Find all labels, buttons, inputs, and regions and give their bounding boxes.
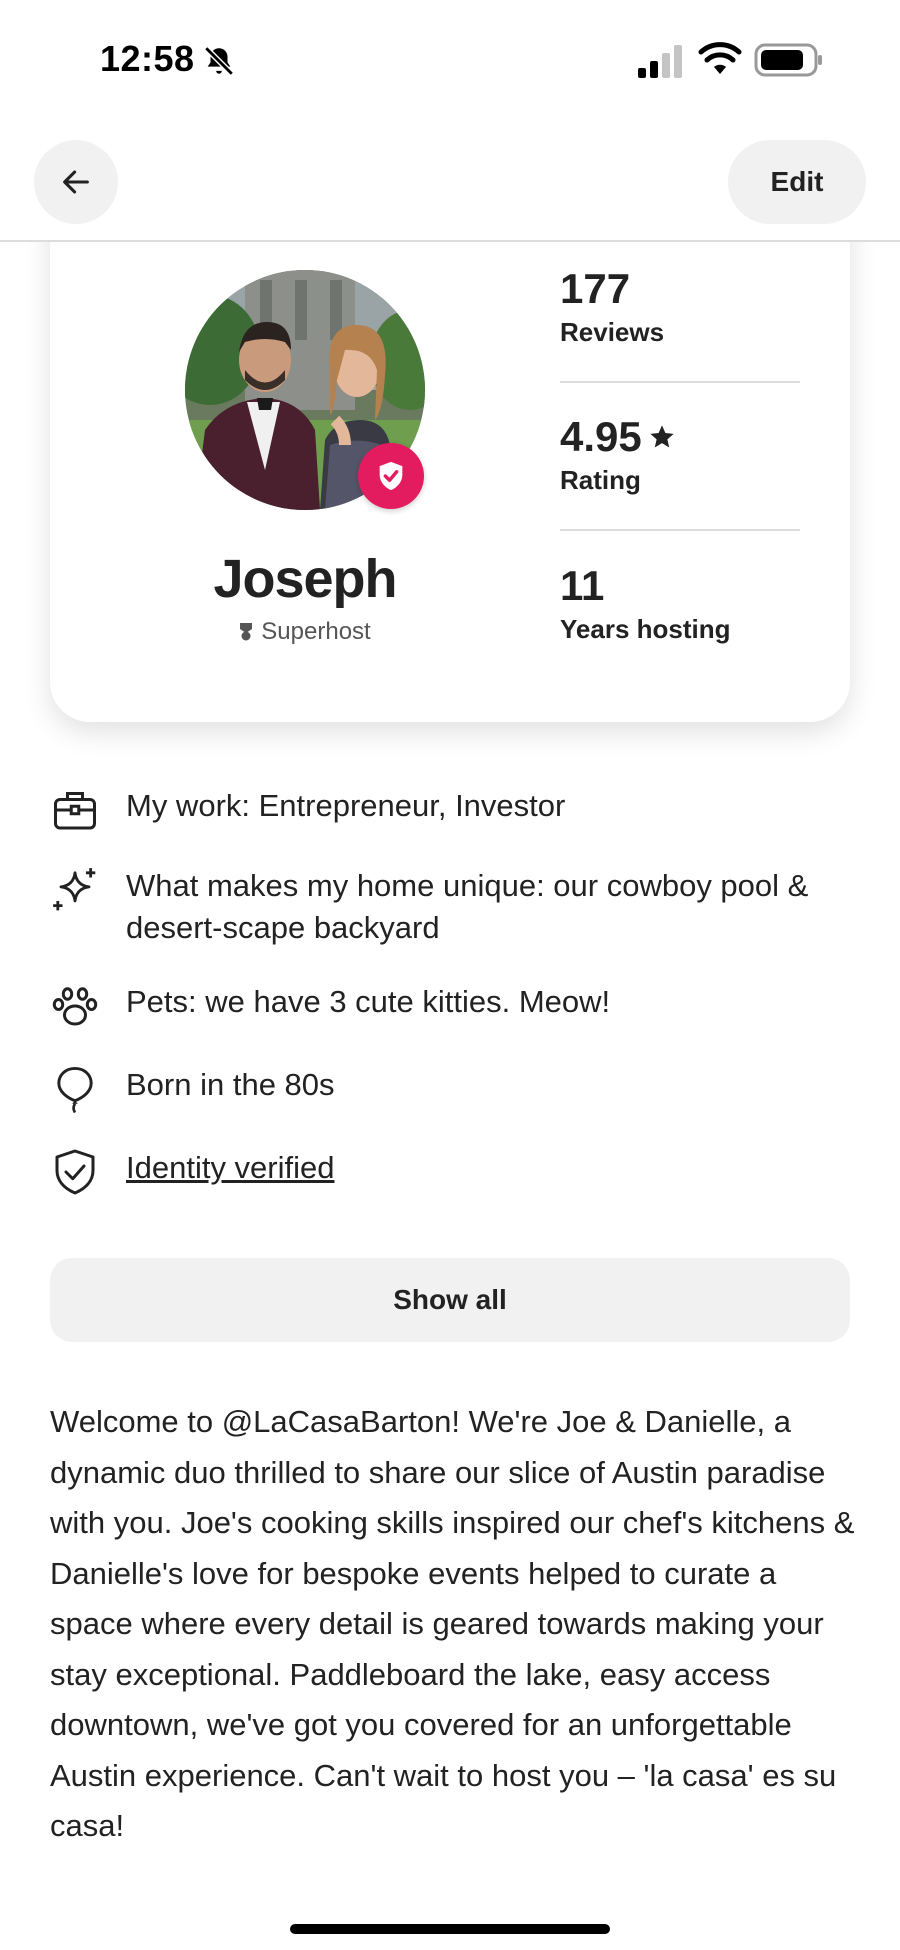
host-name: Joseph <box>213 549 397 609</box>
back-button[interactable] <box>34 140 118 224</box>
divider <box>560 381 800 383</box>
stat-reviews: 177 Reviews <box>560 265 800 348</box>
stat-years: 11 Years hosting <box>560 562 800 645</box>
signal-icon <box>638 45 682 78</box>
briefcase-icon <box>50 785 100 835</box>
info-text: Pets: we have 3 cute kitties. Meow! <box>126 984 611 1019</box>
top-nav: Edit <box>0 120 900 242</box>
stat-rating-value-row: 4.95 <box>560 413 800 461</box>
battery-icon <box>754 43 822 77</box>
profile-card[interactable]: Joseph Superhost 177 Reviews 4.95 Rating… <box>50 190 850 722</box>
info-item-pets: Pets: we have 3 cute kitties. Meow! <box>50 981 850 1031</box>
info-item-unique: What makes my home unique: our cowboy po… <box>50 865 850 949</box>
sparkles-icon <box>50 865 100 915</box>
stat-reviews-value: 177 <box>560 265 631 312</box>
divider <box>560 529 800 531</box>
stat-rating-label: Rating <box>560 465 641 495</box>
home-indicator[interactable] <box>290 1924 610 1934</box>
verified-badge <box>358 443 424 509</box>
stat-rating-value: 4.95 <box>560 413 642 460</box>
edit-button[interactable]: Edit <box>728 140 866 224</box>
stat-rating: 4.95 Rating <box>560 413 800 496</box>
shield-check-icon <box>379 461 403 491</box>
wifi-icon <box>698 42 742 74</box>
info-item-born: Born in the 80s <box>50 1064 850 1114</box>
balloon-icon <box>50 1064 100 1114</box>
status-bar: 12:58 <box>0 0 900 120</box>
info-item-identity[interactable]: Identity verified <box>50 1147 850 1197</box>
stat-reviews-label: Reviews <box>560 317 665 347</box>
info-text: What makes my home unique: our cowboy po… <box>126 868 809 945</box>
paw-icon <box>50 981 100 1031</box>
info-text: Born in the 80s <box>126 1067 335 1102</box>
superhost-badge: Superhost <box>140 618 470 646</box>
host-bio: Welcome to @LaCasaBarton! We're Joe & Da… <box>50 1404 855 1843</box>
info-text: My work: Entrepreneur, Investor <box>126 788 566 823</box>
stat-years-label: Years hosting <box>560 614 731 644</box>
star-icon <box>650 425 674 448</box>
info-item-work: My work: Entrepreneur, Investor <box>50 785 850 835</box>
show-all-button[interactable]: Show all <box>50 1258 850 1342</box>
shield-check-icon <box>50 1147 100 1197</box>
superhost-label: Superhost <box>261 618 371 645</box>
stat-years-value: 11 <box>560 562 605 609</box>
arrow-left-icon <box>63 170 89 194</box>
bell-off-icon <box>204 46 234 76</box>
identity-verified-link[interactable]: Identity verified <box>126 1147 846 1189</box>
superhost-icon <box>240 623 253 641</box>
status-time: 12:58 <box>100 38 195 79</box>
